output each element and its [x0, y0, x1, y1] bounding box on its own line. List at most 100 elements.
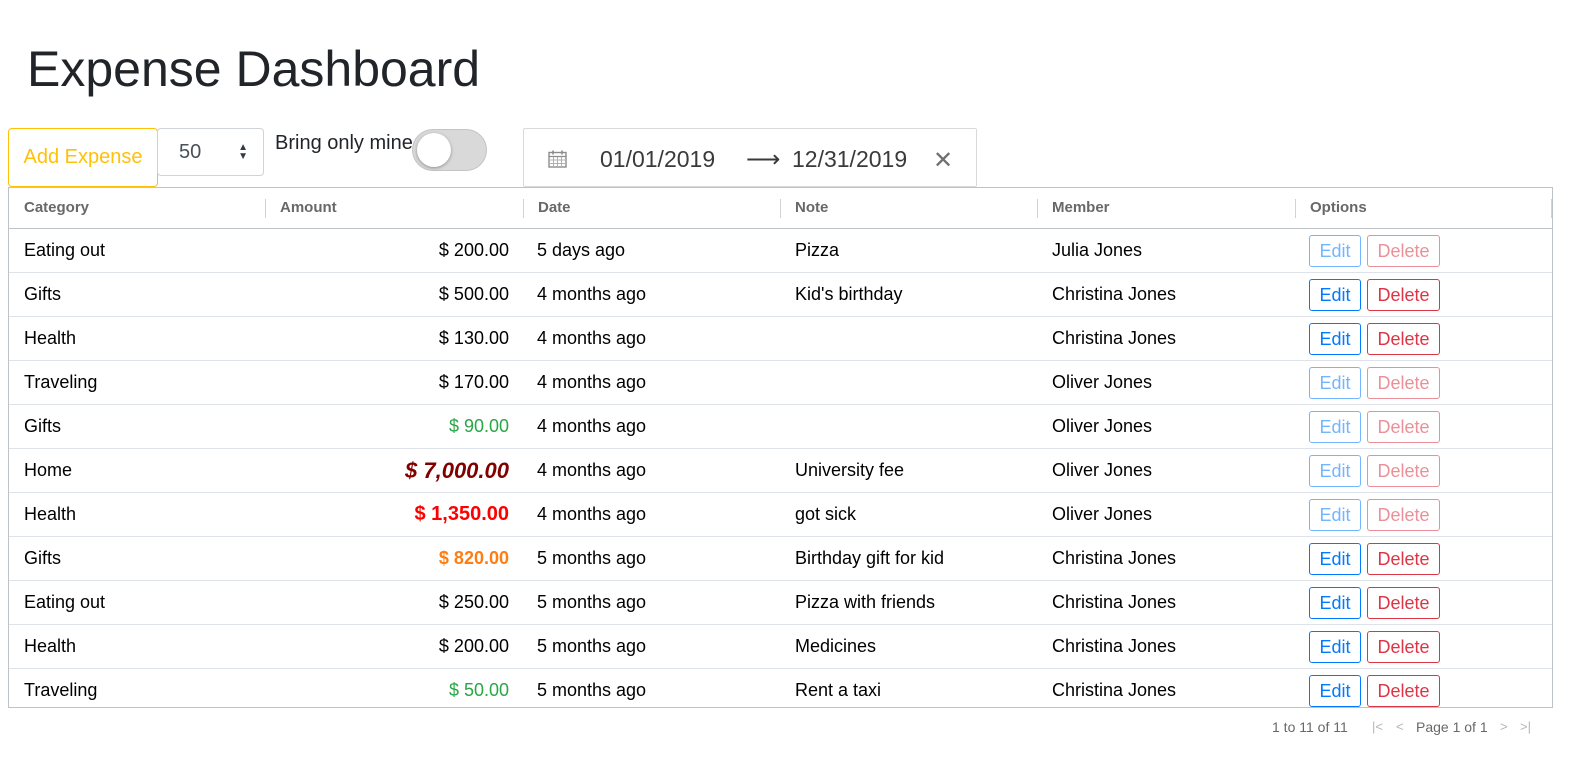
next-page-icon[interactable]: > [1500, 719, 1508, 734]
header-category[interactable]: Category [9, 188, 89, 228]
last-page-icon[interactable]: >| [1520, 719, 1531, 734]
close-icon[interactable]: ✕ [933, 146, 953, 175]
amount-cell: $ 200.00 [438, 636, 509, 656]
end-date-input[interactable]: 12/31/2019 [792, 146, 907, 173]
first-page-icon[interactable]: |< [1372, 719, 1383, 734]
amount-cell: $ 130.00 [438, 328, 509, 348]
date-range-picker[interactable]: 01/01/2019 ⟶ 12/31/2019 ✕ [523, 128, 977, 187]
member-cell: Oliver Jones [1052, 460, 1153, 480]
header-date[interactable]: Date [523, 188, 571, 228]
date-cell: 4 months ago [537, 416, 647, 436]
edit-button[interactable]: Edit [1309, 323, 1361, 355]
options-cell: Edit Delete [1309, 279, 1440, 311]
prev-page-icon[interactable]: < [1396, 719, 1404, 734]
edit-button[interactable]: Edit [1309, 587, 1361, 619]
edit-button[interactable]: Edit [1309, 455, 1361, 487]
table-row: Gifts $ 820.00 5 months ago Birthday gift f… [9, 537, 1552, 581]
toggle-knob [417, 133, 451, 167]
amount-cell: $ 200.00 [438, 240, 509, 260]
category-cell: Eating out [24, 592, 106, 612]
date-cell: 4 months ago [537, 460, 647, 480]
category-cell: Gifts [24, 548, 62, 568]
amount-cell: $ 90.00 [448, 416, 509, 436]
page-size-select[interactable]: 50 ▲ ▼ [157, 128, 264, 176]
options-cell: Edit Delete [1309, 675, 1440, 707]
note-cell: Medicines [795, 636, 877, 656]
table-row: Gifts $ 500.00 4 months ago Kid's birthday C… [9, 273, 1552, 317]
table-row: Health $ 130.00 4 months ago Christina Jone… [9, 317, 1552, 361]
pagination-summary: 1 to 11 of 11 [1272, 719, 1348, 735]
page-size-value: 50 [179, 140, 202, 163]
delete-button[interactable]: Delete [1367, 543, 1440, 575]
category-cell: Gifts [24, 284, 62, 304]
delete-button[interactable]: Delete [1367, 631, 1440, 663]
start-date-input[interactable]: 01/01/2019 [600, 146, 715, 173]
header-options[interactable]: Options [1295, 188, 1367, 228]
date-cell: 4 months ago [537, 284, 647, 304]
options-cell: Edit Delete [1309, 631, 1440, 663]
category-cell: Eating out [24, 240, 106, 260]
table-row: Eating out $ 200.00 5 days ago Pizza Julia J… [9, 229, 1552, 273]
delete-button[interactable]: Delete [1367, 499, 1440, 531]
options-cell: Edit Delete [1309, 323, 1440, 355]
date-cell: 4 months ago [537, 372, 647, 392]
pagination: 1 to 11 of 11 |< < Page 1 of 1 > >| [1272, 719, 1531, 735]
member-cell: Christina Jones [1052, 548, 1177, 568]
options-cell: Edit Delete [1309, 367, 1440, 399]
edit-button[interactable]: Edit [1309, 235, 1361, 267]
member-cell: Christina Jones [1052, 328, 1177, 348]
edit-button[interactable]: Edit [1309, 367, 1361, 399]
member-cell: Christina Jones [1052, 680, 1177, 700]
edit-button[interactable]: Edit [1309, 543, 1361, 575]
header-member[interactable]: Member [1037, 188, 1110, 228]
category-cell: Health [24, 504, 77, 524]
column-divider[interactable] [1551, 199, 1552, 218]
header-amount[interactable]: Amount [265, 188, 337, 228]
delete-button[interactable]: Delete [1367, 367, 1440, 399]
page-title: Expense Dashboard [27, 41, 481, 97]
edit-button[interactable]: Edit [1309, 499, 1361, 531]
table-row: Health $ 200.00 5 months ago Medicines Chris… [9, 625, 1552, 669]
amount-cell: $ 1,350.00 [414, 503, 509, 525]
date-cell: 4 months ago [537, 504, 647, 524]
header-note[interactable]: Note [780, 188, 828, 228]
bring-only-mine-toggle[interactable] [412, 129, 487, 171]
table-row: Traveling $ 170.00 4 months ago Oliver Jone… [9, 361, 1552, 405]
table-row: Gifts $ 90.00 4 months ago Oliver Jones Edit… [9, 405, 1552, 449]
edit-button[interactable]: Edit [1309, 411, 1361, 443]
delete-button[interactable]: Delete [1367, 455, 1440, 487]
edit-button[interactable]: Edit [1309, 279, 1361, 311]
calendar-icon [548, 150, 567, 168]
table-row: Home $ 7,000.00 4 months ago University fee… [9, 449, 1552, 493]
amount-cell: $ 820.00 [438, 548, 509, 568]
delete-button[interactable]: Delete [1367, 411, 1440, 443]
arrow-right-icon: ⟶ [746, 146, 781, 173]
note-cell: Birthday gift for kid [795, 548, 945, 568]
member-cell: Oliver Jones [1052, 416, 1153, 436]
delete-button[interactable]: Delete [1367, 587, 1440, 619]
delete-button[interactable]: Delete [1367, 323, 1440, 355]
note-cell: Pizza with friends [795, 592, 936, 612]
table-header: Category Amount Date Note Member Options [9, 188, 1552, 229]
date-cell: 5 months ago [537, 680, 647, 700]
category-cell: Traveling [24, 680, 98, 700]
date-cell: 5 days ago [537, 240, 626, 260]
options-cell: Edit Delete [1309, 499, 1440, 531]
edit-button[interactable]: Edit [1309, 675, 1361, 707]
sort-arrows-icon: ▲ ▼ [238, 142, 248, 162]
amount-cell: $ 250.00 [438, 592, 509, 612]
options-cell: Edit Delete [1309, 543, 1440, 575]
delete-button[interactable]: Delete [1367, 235, 1440, 267]
category-cell: Home [24, 460, 73, 480]
options-cell: Edit Delete [1309, 411, 1440, 443]
edit-button[interactable]: Edit [1309, 631, 1361, 663]
member-cell: Christina Jones [1052, 636, 1177, 656]
delete-button[interactable]: Delete [1367, 279, 1440, 311]
category-cell: Health [24, 636, 77, 656]
member-cell: Julia Jones [1052, 240, 1143, 260]
bring-only-mine-label: Bring only mine [275, 132, 413, 154]
delete-button[interactable]: Delete [1367, 675, 1440, 707]
add-expense-button[interactable]: Add Expense [8, 128, 158, 187]
note-cell: got sick [795, 504, 857, 524]
member-cell: Oliver Jones [1052, 372, 1153, 392]
